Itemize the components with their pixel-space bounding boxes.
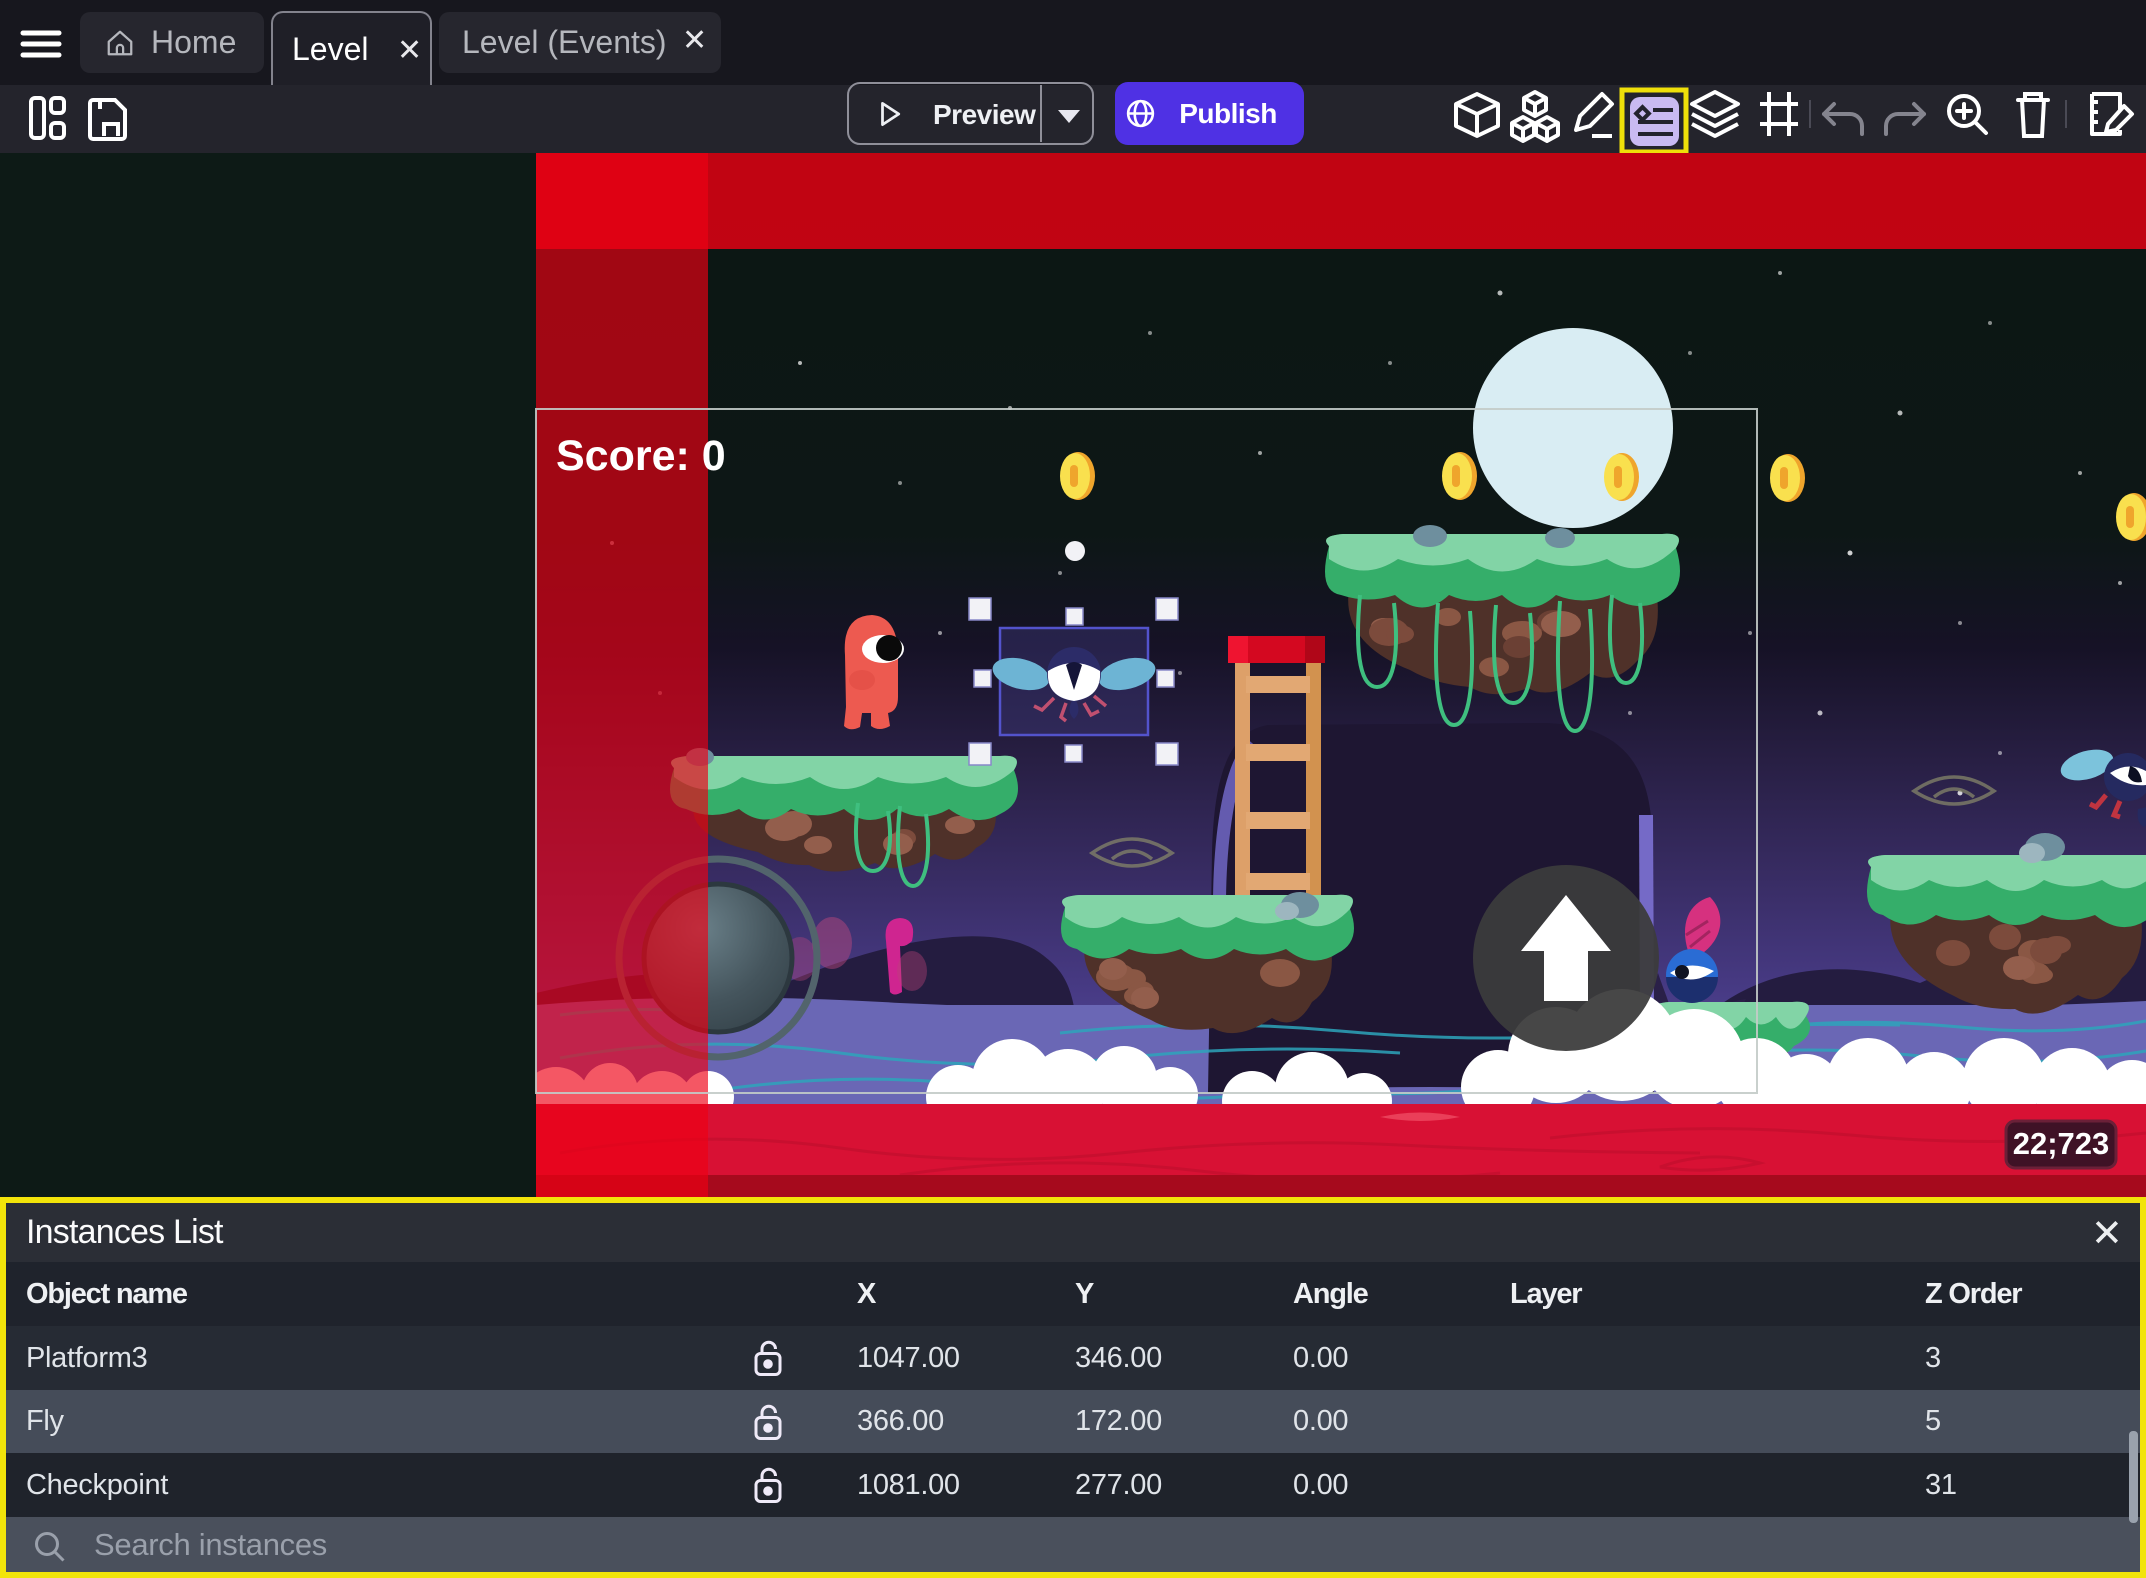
svg-text:22;723: 22;723	[2013, 1126, 2110, 1161]
svg-text:Score: 0: Score: 0	[556, 432, 726, 480]
